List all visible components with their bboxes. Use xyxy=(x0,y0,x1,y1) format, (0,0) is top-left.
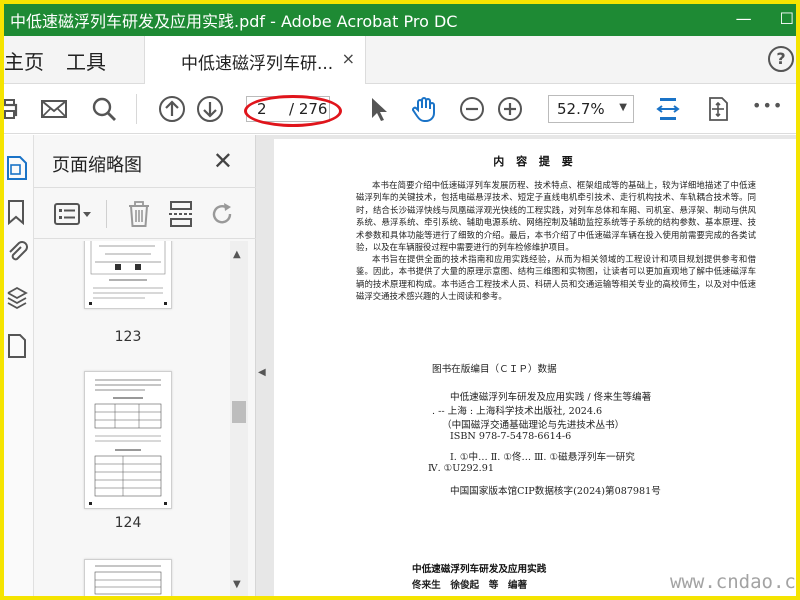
title-bar: 中低速磁浮列车研发及应用实践.pdf - Adobe Acrobat Pro D… xyxy=(0,0,800,36)
cip-classification-1: Ⅰ. ①中… Ⅱ. ①佟… Ⅲ. ①磁悬浮列车一研究 xyxy=(450,452,635,463)
hand-tool-icon[interactable] xyxy=(410,95,438,123)
zoom-level-dropdown[interactable]: 52.7% ▼ xyxy=(548,95,634,123)
trash-icon[interactable] xyxy=(126,200,152,228)
more-tools-button[interactable]: ••• xyxy=(752,96,783,115)
book-authors: 佟来生 徐俊起 等 编著 xyxy=(412,580,528,591)
panel-separator xyxy=(106,200,107,228)
thumbnail-scrollbar[interactable]: ▲ ▼ xyxy=(230,241,248,596)
previous-page-icon[interactable] xyxy=(158,95,186,123)
toolbar: 2 / 276 52.7% ▼ ••• xyxy=(0,84,796,134)
thumbnail-page-124[interactable] xyxy=(84,371,172,509)
cip-line-1: 中低速磁浮列车研发及应用实践 / 佟来生等编著 xyxy=(450,392,652,403)
pdf-page: 内 容 提 要 本书在简要介绍中低速磁浮列车发展历程、技术特点、框架组成等的基础… xyxy=(274,139,800,596)
tab-bar: 主页 工具 中低速磁浮列车研... × ? xyxy=(4,36,796,84)
fit-width-icon[interactable] xyxy=(654,95,682,123)
panel-title: 页面缩略图 xyxy=(52,155,142,176)
zoom-level-value: 52.7% xyxy=(557,100,605,118)
close-tab-button[interactable]: × xyxy=(342,49,355,68)
scroll-up-icon[interactable]: ▲ xyxy=(233,249,241,260)
tab-home[interactable]: 主页 xyxy=(4,46,44,75)
print-icon[interactable] xyxy=(0,95,26,123)
zoom-in-icon[interactable] xyxy=(496,95,524,123)
help-button[interactable]: ? xyxy=(768,46,794,72)
tab-tools[interactable]: 工具 xyxy=(66,46,106,75)
insert-page-icon[interactable] xyxy=(168,200,194,228)
book-title: 中低速磁浮列车研发及应用实践 xyxy=(412,564,547,575)
document-viewer: ◀ 内 容 提 要 本书在简要介绍中低速磁浮列车发展历程、技术特点、框架组成等的… xyxy=(256,135,800,596)
thumbnail-label-123: 123 xyxy=(114,329,142,345)
cip-line-4: ISBN 978-7-5478-6614-6 xyxy=(450,431,572,442)
thumbnail-label-124: 124 xyxy=(114,515,142,531)
tab-document[interactable]: 中低速磁浮列车研... × xyxy=(144,36,366,84)
cip-line-2: . -- 上海 : 上海科学技术出版社, 2024.6 xyxy=(432,406,603,417)
document-icon[interactable] xyxy=(6,333,28,359)
document-tab-label: 中低速磁浮列车研... xyxy=(181,54,334,74)
page-heading: 内 容 提 要 xyxy=(493,155,577,168)
cip-record-number: 中国国家版本馆CIP数据核字(2024)第087981号 xyxy=(450,486,661,497)
site-watermark: www.cndao.com xyxy=(670,571,800,593)
thumbnail-image xyxy=(89,241,167,305)
window-controls: — ☐ xyxy=(736,0,794,36)
select-cursor-icon[interactable] xyxy=(364,95,392,123)
page-thumbnails-panel: 页面缩略图 ✕ 123 124 ▲ ▼ xyxy=(34,135,256,596)
next-page-icon[interactable] xyxy=(196,95,224,123)
annotation-highlight xyxy=(244,95,342,127)
thumbnail-page-123[interactable] xyxy=(84,241,172,309)
summary-paragraph-1: 本书在简要介绍中低速磁浮列车发展历程、技术特点、框架组成等的基础上，较为详细地描… xyxy=(356,180,756,253)
zoom-out-icon[interactable] xyxy=(458,95,486,123)
scroll-down-icon[interactable]: ▼ xyxy=(233,579,241,590)
thumbnail-list: 123 124 xyxy=(34,241,230,596)
summary-paragraph-2: 本书旨在提供全面的技术指南和应用实践经验，从而为相关领域的工程设计和项目规划提供… xyxy=(356,254,756,302)
thumbnail-options-icon[interactable] xyxy=(54,202,92,226)
panel-toolbar xyxy=(34,187,256,239)
minimize-button[interactable]: — xyxy=(736,9,752,28)
thumbnail-image xyxy=(89,379,167,505)
email-icon[interactable] xyxy=(40,95,68,123)
chevron-down-icon: ▼ xyxy=(619,102,627,113)
cip-classification-2: Ⅳ. ①U292.91 xyxy=(428,463,494,474)
attachment-icon[interactable] xyxy=(6,239,28,265)
thumbnail-image xyxy=(94,565,162,595)
bookmark-icon[interactable] xyxy=(6,199,28,225)
thumbnail-page-125[interactable] xyxy=(84,559,172,596)
toolbar-separator xyxy=(136,94,137,124)
maximize-button[interactable]: ☐ xyxy=(780,9,794,28)
close-panel-button[interactable]: ✕ xyxy=(213,147,233,175)
scrollbar-thumb[interactable] xyxy=(232,401,246,423)
rotate-icon[interactable] xyxy=(210,200,236,228)
window-title: 中低速磁浮列车研发及应用实践.pdf - Adobe Acrobat Pro D… xyxy=(10,12,458,31)
search-icon[interactable] xyxy=(90,95,118,123)
collapse-panel-icon[interactable]: ◀ xyxy=(258,367,266,378)
page-thumbnails-icon[interactable] xyxy=(6,155,28,181)
full-screen-icon[interactable] xyxy=(704,95,732,123)
cip-title: 图书在版编目（ＣＩＰ）数据 xyxy=(432,364,557,375)
left-icon-rail xyxy=(4,135,34,596)
layers-icon[interactable] xyxy=(6,285,28,311)
cip-line-3: （中国磁浮交通基础理论与先进技术丛书） xyxy=(442,420,625,431)
